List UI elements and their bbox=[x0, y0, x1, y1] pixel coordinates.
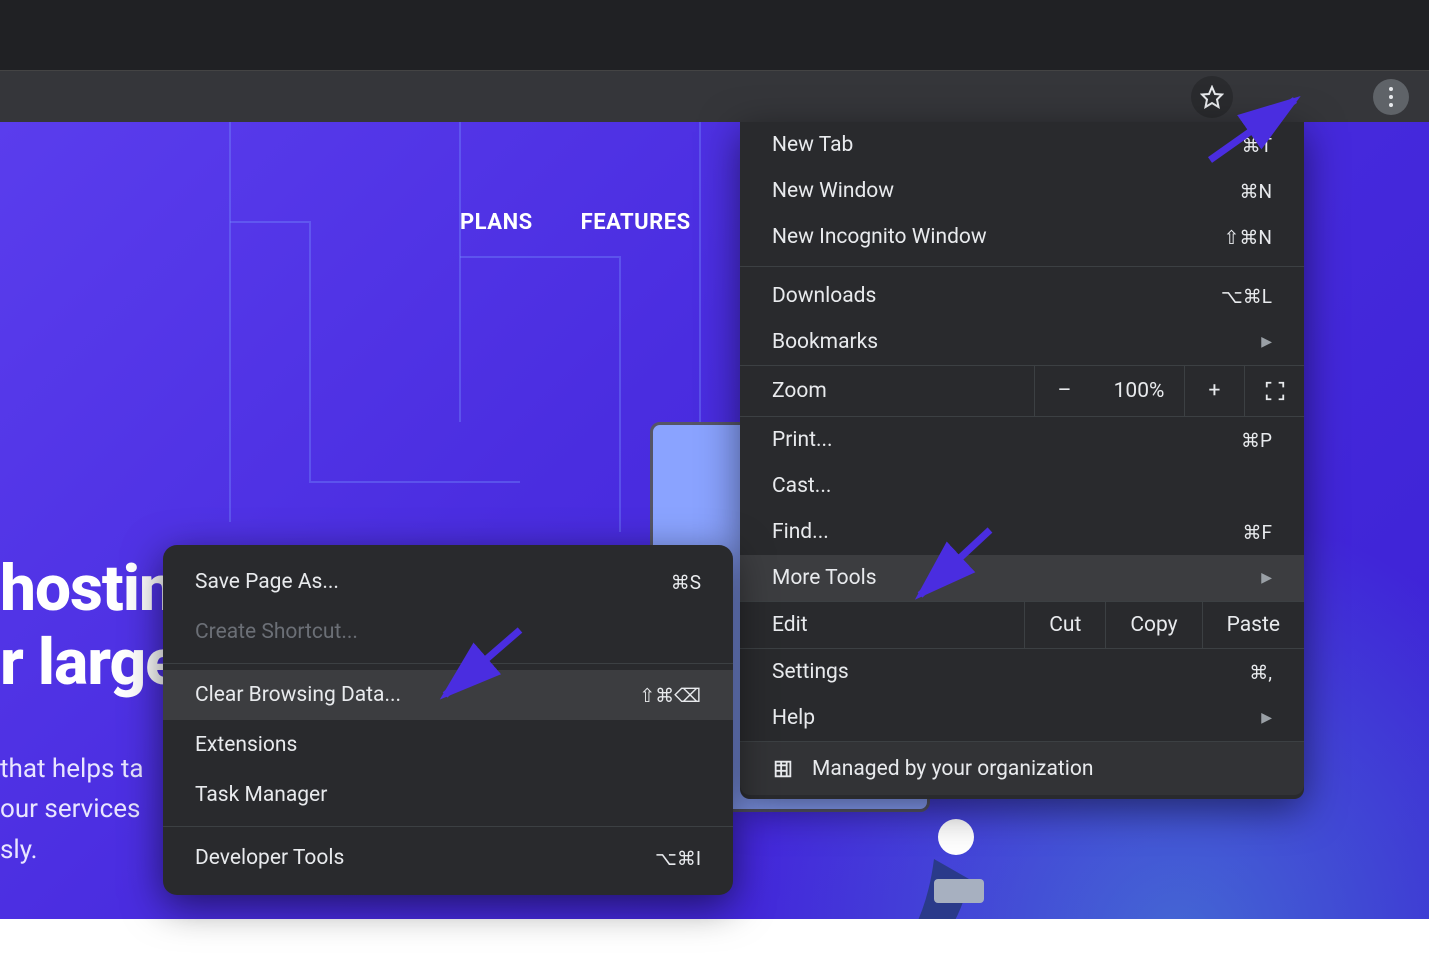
menu-print[interactable]: Print... ⌘P bbox=[740, 417, 1304, 463]
edit-paste-button[interactable]: Paste bbox=[1202, 601, 1304, 649]
submenu-save-page[interactable]: Save Page As... ⌘S bbox=[163, 557, 733, 607]
menu-new-tab[interactable]: New Tab ⌘T bbox=[740, 122, 1304, 168]
edit-copy-button[interactable]: Copy bbox=[1105, 601, 1201, 649]
hero-body-2: our services bbox=[0, 794, 140, 824]
chevron-right-icon: ▶ bbox=[1261, 570, 1272, 586]
menu-new-window[interactable]: New Window ⌘N bbox=[740, 168, 1304, 214]
shortcut-text: ⌘S bbox=[671, 571, 701, 594]
menu-zoom-row: Zoom – 100% + bbox=[740, 365, 1304, 417]
edit-label: Edit bbox=[740, 613, 1024, 637]
managed-label: Managed by your organization bbox=[812, 757, 1093, 781]
menu-managed-by-org[interactable]: Managed by your organization bbox=[740, 741, 1304, 795]
menu-downloads[interactable]: Downloads ⌥⌘L bbox=[740, 273, 1304, 319]
menu-separator bbox=[740, 266, 1304, 267]
nav-features[interactable]: FEATURES bbox=[581, 210, 691, 235]
nav-plans[interactable]: PLANS bbox=[460, 210, 533, 235]
hero-text: hostin r large that helps ta our service… bbox=[0, 552, 179, 870]
site-nav: PLANS FEATURES bbox=[460, 210, 691, 235]
zoom-out-button[interactable]: – bbox=[1034, 365, 1094, 417]
fullscreen-button[interactable] bbox=[1244, 365, 1304, 417]
menu-settings[interactable]: Settings ⌘, bbox=[740, 649, 1304, 695]
shortcut-text: ⌘, bbox=[1249, 661, 1272, 684]
page-bottom-strip bbox=[0, 919, 1429, 979]
menu-more-tools[interactable]: More Tools ▶ bbox=[740, 555, 1304, 601]
hero-line-2: r large bbox=[0, 625, 179, 700]
menu-bookmarks[interactable]: Bookmarks ▶ bbox=[740, 319, 1304, 365]
fullscreen-icon bbox=[1264, 380, 1286, 402]
chrome-menu-button[interactable] bbox=[1373, 79, 1409, 115]
shortcut-text: ⇧⌘⌫ bbox=[639, 684, 701, 707]
submenu-extensions[interactable]: Extensions bbox=[163, 720, 733, 770]
shortcut-text: ⌘F bbox=[1242, 521, 1272, 544]
chrome-main-menu: New Tab ⌘T New Window ⌘N New Incognito W… bbox=[740, 122, 1304, 799]
more-tools-submenu: Save Page As... ⌘S Create Shortcut... Cl… bbox=[163, 545, 733, 895]
hero-line-1: hostin bbox=[0, 551, 174, 626]
shortcut-text: ⌘P bbox=[1241, 429, 1272, 452]
edit-cut-button[interactable]: Cut bbox=[1024, 601, 1105, 649]
zoom-in-button[interactable]: + bbox=[1184, 365, 1244, 417]
hero-body-3: sly. bbox=[0, 835, 38, 865]
browser-toolbar bbox=[0, 70, 1429, 122]
menu-cast[interactable]: Cast... bbox=[740, 463, 1304, 509]
chevron-right-icon: ▶ bbox=[1261, 710, 1272, 726]
shortcut-text: ⇧⌘N bbox=[1224, 226, 1272, 249]
browser-tabstrip bbox=[0, 0, 1429, 70]
menu-edit-row: Edit Cut Copy Paste bbox=[740, 601, 1304, 649]
hero-body-1: that helps ta bbox=[0, 754, 143, 784]
zoom-label: Zoom bbox=[740, 379, 1034, 403]
shortcut-text: ⌥⌘I bbox=[655, 847, 701, 870]
bookmark-star-button[interactable] bbox=[1191, 76, 1233, 118]
star-icon bbox=[1200, 85, 1224, 109]
shortcut-text: ⌘T bbox=[1242, 134, 1272, 157]
submenu-clear-browsing-data[interactable]: Clear Browsing Data... ⇧⌘⌫ bbox=[163, 670, 733, 720]
menu-find[interactable]: Find... ⌘F bbox=[740, 509, 1304, 555]
menu-help[interactable]: Help ▶ bbox=[740, 695, 1304, 741]
building-icon bbox=[772, 758, 794, 780]
zoom-value: 100% bbox=[1094, 379, 1184, 403]
shortcut-text: ⌥⌘L bbox=[1221, 285, 1272, 308]
submenu-create-shortcut: Create Shortcut... bbox=[163, 607, 733, 657]
submenu-task-manager[interactable]: Task Manager bbox=[163, 770, 733, 820]
more-vert-icon bbox=[1389, 87, 1393, 91]
submenu-developer-tools[interactable]: Developer Tools ⌥⌘I bbox=[163, 833, 733, 883]
chevron-right-icon: ▶ bbox=[1261, 334, 1272, 350]
menu-separator bbox=[163, 663, 733, 664]
menu-new-incognito[interactable]: New Incognito Window ⇧⌘N bbox=[740, 214, 1304, 260]
shortcut-text: ⌘N bbox=[1239, 180, 1272, 203]
menu-separator bbox=[163, 826, 733, 827]
